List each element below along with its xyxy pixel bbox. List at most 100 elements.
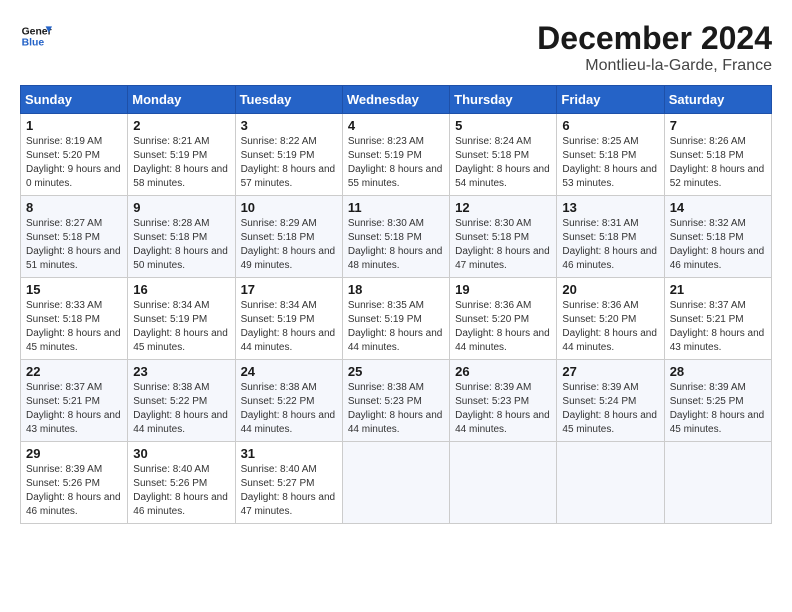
calendar-cell: 22 Sunrise: 8:37 AMSunset: 5:21 PMDaylig… [21, 360, 128, 442]
calendar-cell: 27 Sunrise: 8:39 AMSunset: 5:24 PMDaylig… [557, 360, 664, 442]
weekday-header-wednesday: Wednesday [342, 86, 449, 114]
day-detail: Sunrise: 8:32 AMSunset: 5:18 PMDaylight:… [670, 218, 765, 271]
day-detail: Sunrise: 8:39 AMSunset: 5:26 PMDaylight:… [26, 464, 121, 517]
day-detail: Sunrise: 8:39 AMSunset: 5:23 PMDaylight:… [455, 382, 550, 435]
day-detail: Sunrise: 8:36 AMSunset: 5:20 PMDaylight:… [455, 300, 550, 353]
day-detail: Sunrise: 8:19 AMSunset: 5:20 PMDaylight:… [26, 136, 121, 189]
title-section: December 2024 Montlieu-la-Garde, France [537, 20, 772, 75]
calendar-cell: 20 Sunrise: 8:36 AMSunset: 5:20 PMDaylig… [557, 278, 664, 360]
calendar-cell: 25 Sunrise: 8:38 AMSunset: 5:23 PMDaylig… [342, 360, 449, 442]
day-number: 4 [348, 118, 444, 133]
calendar-cell: 14 Sunrise: 8:32 AMSunset: 5:18 PMDaylig… [664, 196, 771, 278]
header: General Blue December 2024 Montlieu-la-G… [20, 20, 772, 75]
calendar-cell: 13 Sunrise: 8:31 AMSunset: 5:18 PMDaylig… [557, 196, 664, 278]
calendar-cell: 21 Sunrise: 8:37 AMSunset: 5:21 PMDaylig… [664, 278, 771, 360]
day-detail: Sunrise: 8:38 AMSunset: 5:23 PMDaylight:… [348, 382, 443, 435]
weekday-header-saturday: Saturday [664, 86, 771, 114]
calendar-cell: 29 Sunrise: 8:39 AMSunset: 5:26 PMDaylig… [21, 442, 128, 524]
day-detail: Sunrise: 8:37 AMSunset: 5:21 PMDaylight:… [670, 300, 765, 353]
calendar-cell: 24 Sunrise: 8:38 AMSunset: 5:22 PMDaylig… [235, 360, 342, 442]
day-detail: Sunrise: 8:23 AMSunset: 5:19 PMDaylight:… [348, 136, 443, 189]
day-detail: Sunrise: 8:29 AMSunset: 5:18 PMDaylight:… [241, 218, 336, 271]
calendar-cell: 28 Sunrise: 8:39 AMSunset: 5:25 PMDaylig… [664, 360, 771, 442]
calendar-cell [342, 442, 449, 524]
weekday-header-sunday: Sunday [21, 86, 128, 114]
day-detail: Sunrise: 8:22 AMSunset: 5:19 PMDaylight:… [241, 136, 336, 189]
calendar-cell: 7 Sunrise: 8:26 AMSunset: 5:18 PMDayligh… [664, 114, 771, 196]
day-detail: Sunrise: 8:33 AMSunset: 5:18 PMDaylight:… [26, 300, 121, 353]
calendar-cell: 2 Sunrise: 8:21 AMSunset: 5:19 PMDayligh… [128, 114, 235, 196]
calendar-cell [450, 442, 557, 524]
calendar-cell: 15 Sunrise: 8:33 AMSunset: 5:18 PMDaylig… [21, 278, 128, 360]
weekday-header-thursday: Thursday [450, 86, 557, 114]
calendar-cell: 26 Sunrise: 8:39 AMSunset: 5:23 PMDaylig… [450, 360, 557, 442]
calendar-cell: 12 Sunrise: 8:30 AMSunset: 5:18 PMDaylig… [450, 196, 557, 278]
calendar-cell: 5 Sunrise: 8:24 AMSunset: 5:18 PMDayligh… [450, 114, 557, 196]
day-number: 11 [348, 200, 444, 215]
weekday-header-tuesday: Tuesday [235, 86, 342, 114]
day-number: 18 [348, 282, 444, 297]
calendar-cell: 1 Sunrise: 8:19 AMSunset: 5:20 PMDayligh… [21, 114, 128, 196]
day-detail: Sunrise: 8:27 AMSunset: 5:18 PMDaylight:… [26, 218, 121, 271]
calendar-cell: 23 Sunrise: 8:38 AMSunset: 5:22 PMDaylig… [128, 360, 235, 442]
day-detail: Sunrise: 8:30 AMSunset: 5:18 PMDaylight:… [455, 218, 550, 271]
day-number: 28 [670, 364, 766, 379]
day-number: 22 [26, 364, 122, 379]
day-number: 9 [133, 200, 229, 215]
day-number: 27 [562, 364, 658, 379]
calendar-cell: 10 Sunrise: 8:29 AMSunset: 5:18 PMDaylig… [235, 196, 342, 278]
day-detail: Sunrise: 8:24 AMSunset: 5:18 PMDaylight:… [455, 136, 550, 189]
calendar-cell: 3 Sunrise: 8:22 AMSunset: 5:19 PMDayligh… [235, 114, 342, 196]
day-number: 1 [26, 118, 122, 133]
day-number: 25 [348, 364, 444, 379]
day-detail: Sunrise: 8:25 AMSunset: 5:18 PMDaylight:… [562, 136, 657, 189]
day-detail: Sunrise: 8:26 AMSunset: 5:18 PMDaylight:… [670, 136, 765, 189]
calendar-cell: 17 Sunrise: 8:34 AMSunset: 5:19 PMDaylig… [235, 278, 342, 360]
calendar-cell: 11 Sunrise: 8:30 AMSunset: 5:18 PMDaylig… [342, 196, 449, 278]
day-number: 10 [241, 200, 337, 215]
logo-icon: General Blue [20, 20, 52, 52]
calendar-cell: 31 Sunrise: 8:40 AMSunset: 5:27 PMDaylig… [235, 442, 342, 524]
calendar-cell [557, 442, 664, 524]
calendar-cell: 18 Sunrise: 8:35 AMSunset: 5:19 PMDaylig… [342, 278, 449, 360]
day-number: 3 [241, 118, 337, 133]
day-detail: Sunrise: 8:40 AMSunset: 5:27 PMDaylight:… [241, 464, 336, 517]
day-detail: Sunrise: 8:35 AMSunset: 5:19 PMDaylight:… [348, 300, 443, 353]
day-detail: Sunrise: 8:30 AMSunset: 5:18 PMDaylight:… [348, 218, 443, 271]
day-number: 19 [455, 282, 551, 297]
day-detail: Sunrise: 8:40 AMSunset: 5:26 PMDaylight:… [133, 464, 228, 517]
day-detail: Sunrise: 8:21 AMSunset: 5:19 PMDaylight:… [133, 136, 228, 189]
calendar-cell: 9 Sunrise: 8:28 AMSunset: 5:18 PMDayligh… [128, 196, 235, 278]
day-number: 23 [133, 364, 229, 379]
day-detail: Sunrise: 8:38 AMSunset: 5:22 PMDaylight:… [241, 382, 336, 435]
month-title: December 2024 [537, 20, 772, 57]
day-number: 26 [455, 364, 551, 379]
day-number: 2 [133, 118, 229, 133]
day-detail: Sunrise: 8:31 AMSunset: 5:18 PMDaylight:… [562, 218, 657, 271]
weekday-header-friday: Friday [557, 86, 664, 114]
day-detail: Sunrise: 8:36 AMSunset: 5:20 PMDaylight:… [562, 300, 657, 353]
day-detail: Sunrise: 8:28 AMSunset: 5:18 PMDaylight:… [133, 218, 228, 271]
day-detail: Sunrise: 8:39 AMSunset: 5:24 PMDaylight:… [562, 382, 657, 435]
day-number: 31 [241, 446, 337, 461]
day-number: 16 [133, 282, 229, 297]
day-detail: Sunrise: 8:34 AMSunset: 5:19 PMDaylight:… [241, 300, 336, 353]
location-title: Montlieu-la-Garde, France [537, 57, 772, 75]
day-detail: Sunrise: 8:39 AMSunset: 5:25 PMDaylight:… [670, 382, 765, 435]
calendar-cell: 6 Sunrise: 8:25 AMSunset: 5:18 PMDayligh… [557, 114, 664, 196]
weekday-header-monday: Monday [128, 86, 235, 114]
day-number: 15 [26, 282, 122, 297]
day-number: 29 [26, 446, 122, 461]
day-detail: Sunrise: 8:34 AMSunset: 5:19 PMDaylight:… [133, 300, 228, 353]
day-number: 5 [455, 118, 551, 133]
calendar-cell: 19 Sunrise: 8:36 AMSunset: 5:20 PMDaylig… [450, 278, 557, 360]
day-number: 17 [241, 282, 337, 297]
svg-text:Blue: Blue [22, 38, 45, 49]
day-number: 6 [562, 118, 658, 133]
calendar-cell: 8 Sunrise: 8:27 AMSunset: 5:18 PMDayligh… [21, 196, 128, 278]
day-number: 24 [241, 364, 337, 379]
day-number: 7 [670, 118, 766, 133]
calendar-cell: 16 Sunrise: 8:34 AMSunset: 5:19 PMDaylig… [128, 278, 235, 360]
day-number: 8 [26, 200, 122, 215]
day-number: 21 [670, 282, 766, 297]
